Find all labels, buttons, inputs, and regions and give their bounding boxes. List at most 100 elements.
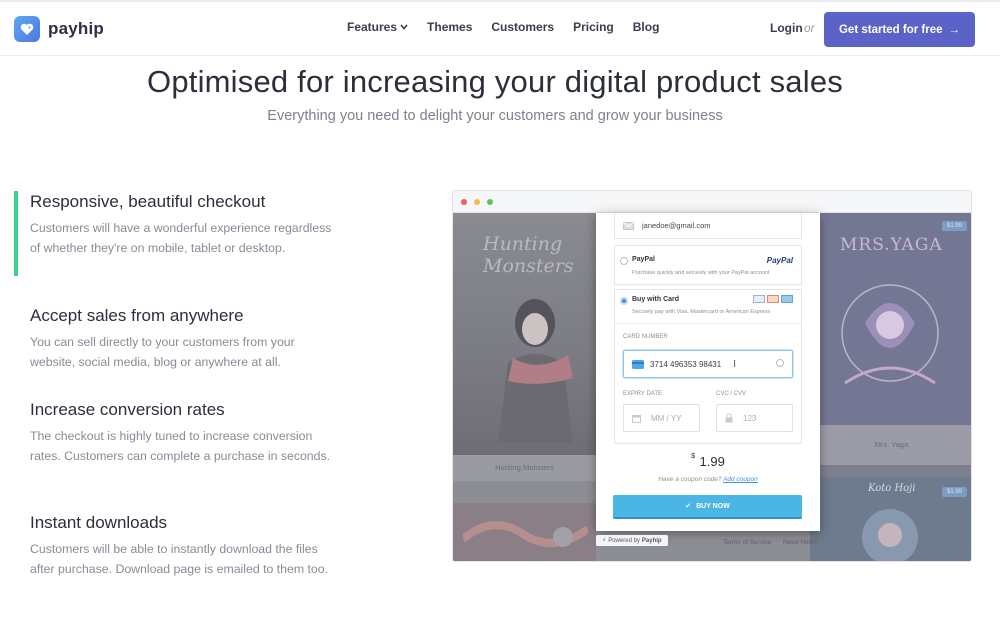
cover-illustration-icon	[862, 509, 918, 561]
calendar-icon	[632, 414, 641, 423]
get-started-label: Get started for free	[838, 23, 943, 36]
card-option[interactable]: Buy with Card Securely pay with Visa, Ma…	[614, 289, 802, 444]
paypal-radio[interactable]	[620, 257, 628, 265]
card-number-value: 3714 496353 98431	[650, 359, 722, 369]
powered-brand: Payhip	[641, 537, 662, 544]
cover-title: Hunting Monsters	[483, 233, 574, 277]
cover-illustration-icon	[463, 521, 588, 547]
heart-tag-icon	[14, 16, 40, 42]
price-tag: $1.99	[941, 487, 967, 497]
nav-pricing[interactable]: Pricing	[573, 20, 614, 34]
brand-name: payhip	[48, 19, 104, 38]
feature-title: Responsive, beautiful checkout	[30, 192, 266, 211]
divider	[615, 323, 801, 324]
page-subtitle: Everything you need to delight your cust…	[267, 108, 723, 124]
feature-title: Increase conversion rates	[30, 400, 225, 419]
nav-features-label: Features	[347, 20, 398, 34]
product-cover: Hunting Monsters	[453, 213, 596, 455]
nav-customers[interactable]: Customers	[491, 20, 554, 34]
card-desc: Securely pay with Visa, Mastercard or Am…	[632, 309, 771, 315]
product-card	[453, 503, 596, 561]
feature-body: You can sell directly to your customers …	[30, 335, 295, 369]
expiry-placeholder: MM / YY	[651, 413, 682, 423]
cvc-placeholder: 123	[743, 413, 757, 423]
price-display: $ 1.99	[596, 453, 820, 471]
site-header: payhip Features Themes Customers Pricing…	[0, 2, 1000, 56]
page-title: Optimised for increasing your digital pr…	[147, 64, 843, 99]
nav-features[interactable]: Features	[347, 20, 408, 34]
lightning-icon: ⚡	[602, 538, 607, 544]
feature-body: The checkout is highly tuned to increase…	[30, 429, 331, 463]
card-number-label: CARD NUMBER	[623, 334, 668, 340]
feature-anywhere[interactable]: Accept sales from anywhere You can sell …	[30, 306, 340, 372]
cvc-label: CVC / CVV	[716, 391, 747, 397]
expiry-input[interactable]: MM / YY	[623, 404, 700, 432]
add-coupon-link[interactable]: Add coupon	[723, 476, 758, 483]
amex-icon	[781, 295, 793, 303]
arrow-right-icon: →	[948, 23, 961, 36]
cover-title: Koto Hoji	[868, 483, 916, 494]
price-tag: $1.99	[941, 221, 967, 231]
main-nav: Features Themes Customers Pricing Blog	[347, 20, 678, 34]
text-cursor-icon: I	[733, 358, 736, 370]
feature-conversion[interactable]: Increase conversion rates The checkout i…	[30, 400, 340, 466]
or-text: or	[804, 21, 815, 35]
buy-now-button[interactable]: ✔ BUY NOW	[613, 495, 802, 519]
powered-prefix: Powered by	[608, 537, 640, 544]
checkout-mockup: Hunting Monsters Hunting Monsters $1.99 …	[452, 190, 972, 562]
product-card: $1.99 MRS.YAGA Mrs. Yaga	[810, 213, 971, 481]
lock-icon	[725, 413, 733, 423]
product-card: Hunting Monsters Hunting Monsters	[453, 213, 596, 481]
expiry-label: EXPIRY DATE	[623, 391, 663, 397]
card-number-input[interactable]: 3714 496353 98431 I	[623, 350, 793, 378]
browser-titlebar	[453, 191, 971, 213]
card-label: Buy with Card	[632, 296, 680, 303]
credit-card-icon	[632, 359, 644, 369]
product-caption: Mrs. Yaga	[810, 425, 971, 465]
coupon-prompt: Have a coupon code?	[658, 476, 722, 483]
feature-downloads[interactable]: Instant downloads Customers will be able…	[30, 513, 340, 579]
paypal-option[interactable]: PayPal PayPal Purchase quickly and secur…	[614, 245, 802, 285]
email-value: janedoe@gmail.com	[642, 221, 711, 230]
help-link[interactable]: Need Help?	[783, 539, 817, 546]
paypal-logo: PayPal	[766, 256, 793, 265]
chevron-down-icon	[400, 24, 408, 30]
active-feature-indicator	[14, 191, 18, 276]
nav-themes[interactable]: Themes	[427, 20, 472, 34]
check-icon: ✔	[685, 503, 692, 510]
product-caption: Hunting Monsters	[453, 455, 596, 481]
feature-title: Instant downloads	[30, 513, 168, 532]
get-started-button[interactable]: Get started for free →	[824, 12, 975, 47]
close-dot-icon	[461, 199, 467, 205]
nav-blog[interactable]: Blog	[633, 20, 660, 34]
terms-link[interactable]: Terms of Service	[723, 539, 771, 546]
cvc-input[interactable]: 123	[716, 404, 793, 432]
powered-by-badge[interactable]: ⚡ Powered by Payhip	[596, 535, 668, 546]
cover-illustration-icon	[498, 299, 573, 443]
price-value: 1.99	[699, 454, 725, 469]
feature-checkout[interactable]: Responsive, beautiful checkout Customers…	[30, 192, 340, 258]
mastercard-icon	[767, 295, 779, 303]
paypal-desc: Purchase quickly and securely with your …	[632, 270, 770, 276]
paypal-label: PayPal	[632, 256, 655, 263]
email-field[interactable]: janedoe@gmail.com	[614, 213, 802, 239]
maximize-dot-icon	[487, 199, 493, 205]
card-brands	[753, 295, 793, 303]
coupon-row: Have a coupon code? Add coupon	[596, 476, 820, 483]
feature-body: Customers will have a wonderful experien…	[30, 221, 332, 255]
product-cover: $1.99 MRS.YAGA	[810, 213, 971, 429]
feature-body: Customers will be able to instantly down…	[30, 542, 329, 576]
login-link[interactable]: Login	[770, 21, 803, 35]
info-icon	[776, 359, 784, 367]
price-currency: $	[691, 453, 696, 460]
product-card: $1.99 Koto Hoji	[810, 477, 971, 561]
minimize-dot-icon	[474, 199, 480, 205]
store-background: Hunting Monsters Hunting Monsters $1.99 …	[453, 213, 971, 561]
cover-illustration-icon	[841, 284, 939, 385]
brand-logo[interactable]: payhip	[14, 16, 104, 42]
buy-now-label: BUY NOW	[696, 502, 730, 510]
feature-title: Accept sales from anywhere	[30, 306, 244, 325]
envelope-icon	[623, 221, 634, 230]
visa-icon	[753, 295, 765, 303]
card-radio[interactable]	[620, 297, 628, 305]
